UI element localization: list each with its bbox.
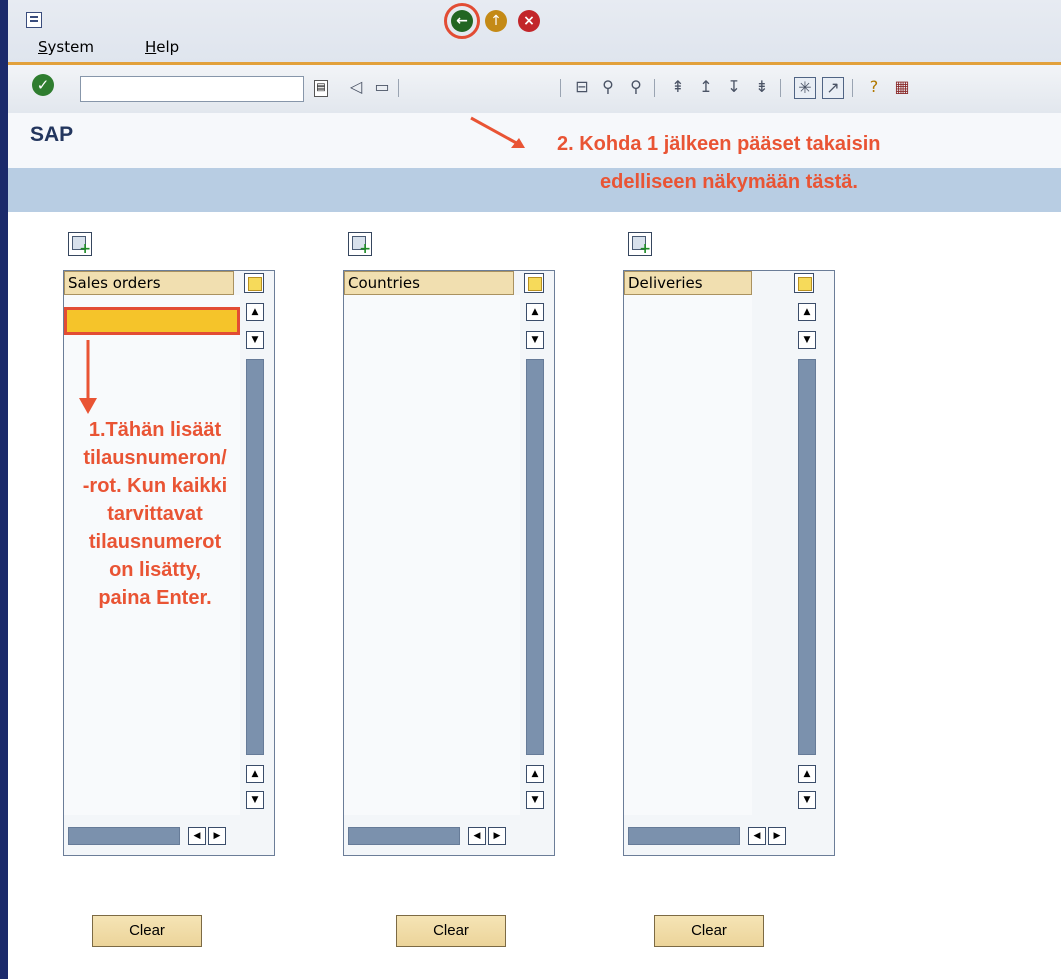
- scroll-down-icon[interactable]: ▼: [246, 331, 264, 349]
- annotation-step1-line: -rot. Kun kaikki: [82, 475, 228, 497]
- vertical-scrollbar[interactable]: ▲ ▼ ▲ ▼: [796, 303, 818, 809]
- toolbar-separator: [780, 79, 781, 97]
- add-row-icon[interactable]: [68, 232, 92, 257]
- column-header-deliveries[interactable]: Deliveries: [624, 271, 752, 295]
- back-arrow-icon[interactable]: ◁: [346, 77, 366, 97]
- scroll-right-icon[interactable]: ▶: [768, 827, 786, 845]
- scroll-right-icon[interactable]: ▶: [488, 827, 506, 845]
- scroll-track[interactable]: [526, 359, 544, 755]
- column-settings-icon[interactable]: [244, 273, 264, 293]
- print-icon[interactable]: ⊟: [572, 77, 592, 97]
- scroll-down-icon[interactable]: ▼: [526, 331, 544, 349]
- scroll-down-icon[interactable]: ▼: [798, 791, 816, 809]
- scroll-up-icon[interactable]: ▲: [246, 303, 264, 321]
- standard-toolbar: ✓ ▤ ◁ ▭ ⊟ ⚲ ⚲ ⇞ ↥ ↧ ⇟ ✳ ↗ ? ▦: [8, 65, 1061, 114]
- cancel-icon[interactable]: ×: [518, 10, 540, 32]
- scroll-left-icon[interactable]: ◀: [748, 827, 766, 845]
- command-dropdown-icon[interactable]: ▤: [314, 80, 328, 97]
- help-icon[interactable]: ?: [864, 77, 884, 97]
- page-title: SAP: [30, 123, 74, 146]
- scroll-track[interactable]: [628, 827, 740, 845]
- countries-panel: Countries ▲ ▼ ▲ ▼ ◀ ▶: [343, 270, 555, 856]
- annotation-step1-line: paina Enter.: [98, 587, 212, 609]
- toolbar-separator: [654, 79, 655, 97]
- shortcut-icon[interactable]: ↗: [822, 77, 844, 99]
- clear-countries-button[interactable]: Clear: [396, 915, 506, 947]
- scroll-up-icon[interactable]: ▲: [798, 303, 816, 321]
- scroll-track[interactable]: [68, 827, 180, 845]
- scroll-up-icon[interactable]: ▲: [246, 765, 264, 783]
- annotation-step1-line: on lisätty,: [109, 559, 201, 581]
- annotation-step1-line: 1.Tähän lisäät: [88, 419, 222, 441]
- save-icon[interactable]: ▭: [372, 77, 392, 97]
- menu-help[interactable]: Help: [145, 38, 179, 56]
- scroll-track[interactable]: [348, 827, 460, 845]
- toolbar-separator: [852, 79, 853, 97]
- first-page-icon[interactable]: ⇞: [668, 77, 688, 97]
- scroll-left-icon[interactable]: ◀: [468, 827, 486, 845]
- scroll-up-icon[interactable]: ▲: [526, 303, 544, 321]
- add-row-icon[interactable]: [348, 232, 372, 257]
- column-settings-icon[interactable]: [794, 273, 814, 293]
- annotation-arrow-2: [470, 116, 525, 148]
- back-icon[interactable]: ←: [451, 10, 473, 32]
- scroll-right-icon[interactable]: ▶: [208, 827, 226, 845]
- scroll-up-icon[interactable]: ▲: [526, 765, 544, 783]
- scroll-down-icon[interactable]: ▼: [526, 791, 544, 809]
- previous-page-icon[interactable]: ↥: [696, 77, 716, 97]
- column-header-countries[interactable]: Countries: [344, 271, 514, 295]
- find-icon[interactable]: ⚲: [598, 77, 618, 97]
- scroll-track[interactable]: [798, 359, 816, 755]
- command-field[interactable]: [80, 76, 304, 102]
- annotation-step1-line: tarvittavat: [107, 503, 203, 525]
- clear-sales-orders-button[interactable]: Clear: [92, 915, 202, 947]
- column-settings-icon[interactable]: [524, 273, 544, 293]
- scroll-down-icon[interactable]: ▼: [798, 331, 816, 349]
- menu-system[interactable]: System: [38, 38, 94, 56]
- sales-order-input-cell[interactable]: [64, 307, 240, 335]
- annotation-step1-line: tilausnumeron/: [83, 447, 227, 469]
- column-header-sales-orders[interactable]: Sales orders: [64, 271, 234, 295]
- countries-list[interactable]: [344, 295, 520, 815]
- create-session-icon[interactable]: ✳: [794, 77, 816, 99]
- scroll-left-icon[interactable]: ◀: [188, 827, 206, 845]
- scroll-up-icon[interactable]: ▲: [798, 765, 816, 783]
- enter-icon[interactable]: ✓: [32, 74, 54, 96]
- annotation-step1: 1.Tähän lisäät tilausnumeron/ -rot. Kun …: [60, 416, 250, 612]
- exit-icon[interactable]: ↑: [485, 10, 507, 32]
- clear-deliveries-button[interactable]: Clear: [654, 915, 764, 947]
- next-page-icon[interactable]: ↧: [724, 77, 744, 97]
- annotation-step2-line2: edelliseen näkymään tästä.: [600, 171, 858, 193]
- add-row-icon[interactable]: [628, 232, 652, 257]
- customize-layout-icon[interactable]: ▦: [892, 77, 912, 97]
- window-frame: [0, 0, 8, 979]
- menu-icon[interactable]: [26, 12, 42, 28]
- scroll-down-icon[interactable]: ▼: [246, 791, 264, 809]
- deliveries-panel: Deliveries ▲ ▼ ▲ ▼ ◀ ▶: [623, 270, 835, 856]
- deliveries-list[interactable]: [624, 295, 752, 815]
- annotation-step1-line: tilausnumerot: [88, 531, 222, 553]
- find-next-icon[interactable]: ⚲: [626, 77, 646, 97]
- last-page-icon[interactable]: ⇟: [752, 77, 772, 97]
- toolbar-separator: [560, 79, 561, 97]
- vertical-scrollbar[interactable]: ▲ ▼ ▲ ▼: [524, 303, 546, 809]
- annotation-step2-line1: 2. Kohda 1 jälkeen pääset takaisin: [557, 133, 881, 155]
- annotation-arrow-1: [79, 340, 97, 414]
- toolbar-separator: [398, 79, 399, 97]
